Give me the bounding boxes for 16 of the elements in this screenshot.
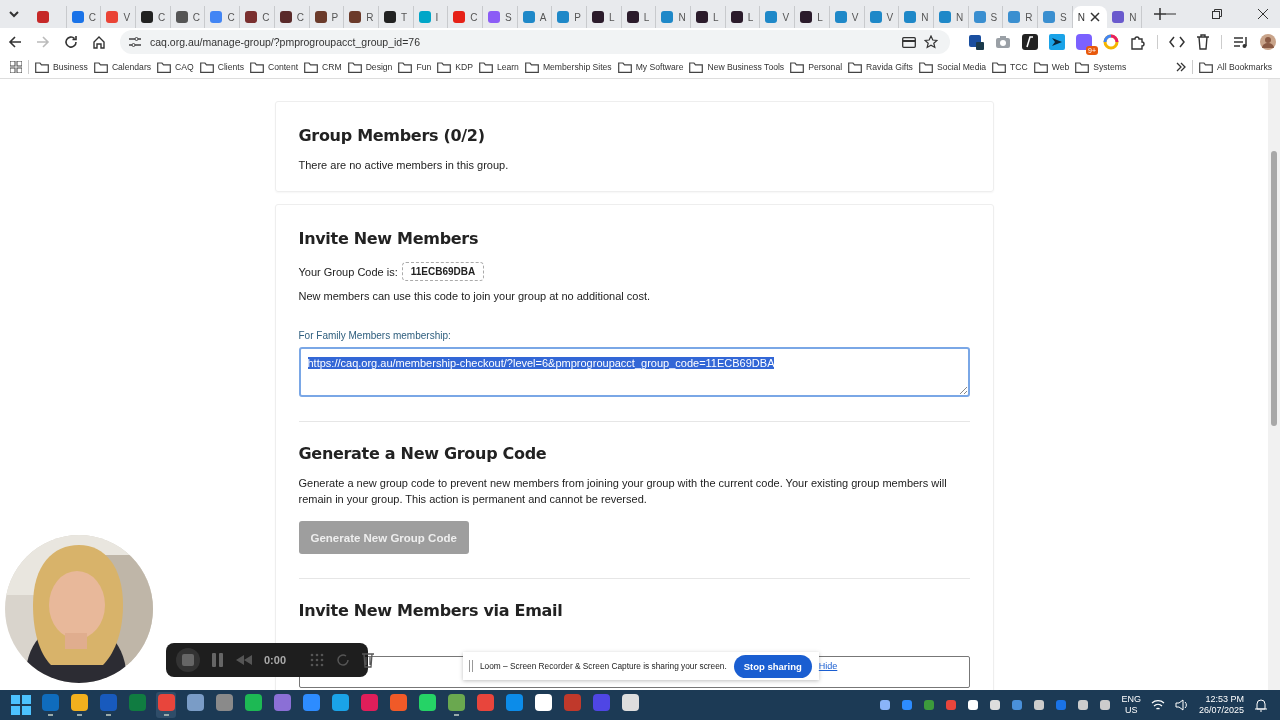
time-text: 12:53 PM	[1205, 694, 1244, 705]
region-text: US	[1124, 705, 1138, 716]
code-label: Your Group Code is:	[298, 265, 398, 278]
section-heading: Invite New Members	[298, 229, 480, 248]
description-text: Generate a new group code to prevent new members from joining your group with the current code. Your existing group members will remain in your group. This action is permanent and cannot be reversed.	[298, 476, 948, 507]
date-text: 26/07/2025	[1198, 705, 1244, 716]
section-heading: Generate a New Group Code	[298, 444, 548, 463]
group-code: 11ECB69DBA	[401, 262, 485, 281]
section-heading: Invite New Members via Email	[298, 601, 564, 620]
field-label: For Family Members membership:	[298, 330, 452, 341]
timer-text: 0:00	[264, 654, 287, 666]
section-heading: Group Members (0/2)	[298, 126, 486, 145]
language-text: ENG	[1121, 694, 1141, 705]
info-text: There are no active members in this group.	[298, 159, 510, 171]
sharing-message: Loom – Screen Recorder & Screen Capture is sharing your screen.	[480, 661, 727, 671]
info-text: New members can use this code to join your group at no additional cost.	[298, 290, 652, 302]
